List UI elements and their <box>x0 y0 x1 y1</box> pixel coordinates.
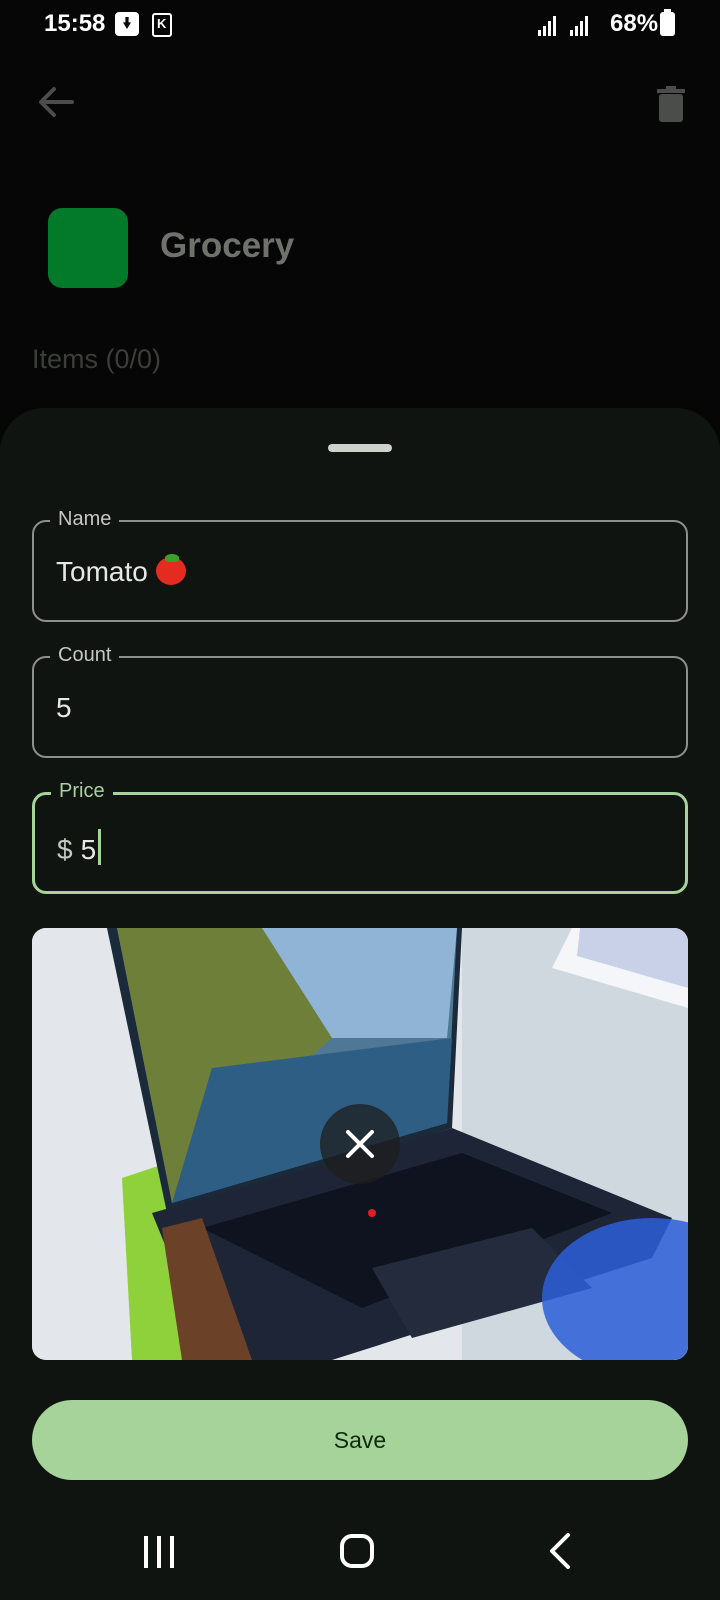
status-bar: 15:58 68% <box>0 0 720 50</box>
download-icon <box>115 12 139 36</box>
name-text: Tomato <box>56 556 148 587</box>
signal-icon <box>538 14 560 36</box>
text-cursor <box>98 829 102 865</box>
price-field-value[interactable]: $5 <box>57 829 102 866</box>
drag-handle[interactable] <box>328 444 392 452</box>
count-field-label: Count <box>50 644 120 667</box>
close-icon <box>346 1130 374 1158</box>
recents-icon[interactable] <box>142 1536 176 1568</box>
list-title: Grocery <box>160 226 295 265</box>
price-field-label: Price <box>51 780 113 803</box>
items-count-label: Items (0/0) <box>32 344 162 374</box>
app-notification-icon <box>152 13 172 37</box>
name-field[interactable]: Name Tomato <box>32 508 688 622</box>
signal-icon-2 <box>570 14 592 36</box>
list-color-swatch <box>48 208 128 288</box>
back-arrow-icon[interactable] <box>38 86 74 118</box>
name-field-value[interactable]: Tomato <box>56 554 186 588</box>
price-text: 5 <box>80 834 97 865</box>
count-field[interactable]: Count 5 <box>32 644 688 758</box>
name-field-label: Name <box>50 508 120 531</box>
count-field-value[interactable]: 5 <box>56 692 72 724</box>
home-icon[interactable] <box>340 1534 374 1568</box>
tomato-emoji-icon <box>155 554 186 585</box>
system-nav-bar <box>0 1500 720 1600</box>
status-time: 15:58 <box>44 10 106 37</box>
remove-photo-button[interactable] <box>320 1104 400 1184</box>
price-field[interactable]: Price $5 <box>32 780 688 894</box>
save-button[interactable]: Save <box>32 1400 688 1480</box>
currency-prefix: $ <box>57 834 73 865</box>
back-nav-icon[interactable] <box>548 1532 572 1570</box>
battery-percent: 68% <box>610 10 659 37</box>
trash-icon[interactable] <box>656 86 686 122</box>
battery-icon <box>660 9 675 36</box>
